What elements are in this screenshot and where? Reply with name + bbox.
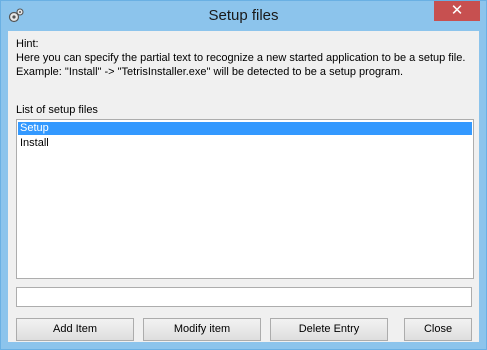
close-window-button[interactable]: ✕: [434, 1, 480, 21]
hint-heading: Hint:: [16, 38, 39, 50]
hint-example: Example: "Install" -> "TetrisInstaller.e…: [16, 66, 404, 78]
add-item-button[interactable]: Add Item: [16, 318, 134, 341]
setup-files-listbox[interactable]: Setup Install: [16, 119, 474, 279]
modify-item-button[interactable]: Modify item: [143, 318, 261, 341]
delete-entry-button[interactable]: Delete Entry: [270, 318, 388, 341]
list-item[interactable]: Setup: [18, 122, 472, 135]
hint-description: Here you can specify the partial text to…: [16, 52, 466, 64]
setup-files-window: Setup files ✕ Hint: Here you can specify…: [0, 0, 487, 350]
close-button[interactable]: Close: [404, 318, 472, 341]
title-bar[interactable]: Setup files ✕: [1, 1, 486, 31]
list-item[interactable]: Install: [18, 137, 472, 150]
hint-text: Hint: Here you can specify the partial t…: [16, 37, 476, 79]
window-title: Setup files: [208, 7, 279, 24]
setup-files-list-label: List of setup files: [16, 104, 98, 116]
dialog-body: Hint: Here you can specify the partial t…: [8, 31, 479, 342]
setup-text-input[interactable]: [16, 287, 472, 307]
